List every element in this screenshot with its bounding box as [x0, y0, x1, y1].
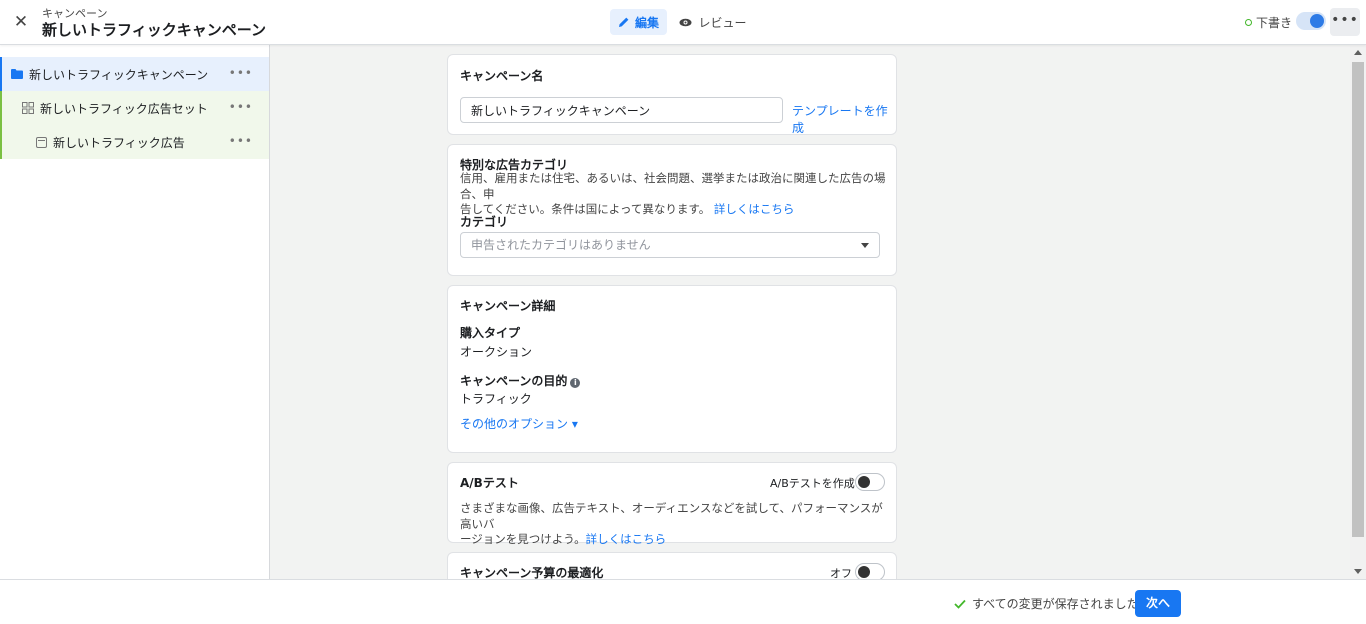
special-ad-category-section: 特別な広告カテゴリ 信用、雇用または住宅、あるいは、社会問題、選挙または政治に関… [447, 144, 897, 276]
description-text: ージョンを見つけよう。 [460, 532, 586, 546]
ab-test-toggle[interactable] [855, 473, 885, 491]
status-dot-icon [1245, 19, 1252, 26]
campaign-details-section: キャンペーン詳細 購入タイプ オークション キャンペーンの目的 i トラフィック … [447, 285, 897, 453]
top-header: ✕ キャンペーン 新しいトラフィックキャンペーン 編集 レビュー 下書き ••• [0, 0, 1366, 45]
description-text: 信用、雇用または住宅、あるいは、社会問題、選挙または政治に関連した広告の場合、申 [460, 171, 886, 201]
item-more-icon[interactable]: ••• [229, 66, 253, 80]
objective-label-row: キャンペーンの目的 i [460, 372, 581, 389]
tab-review[interactable]: レビュー [677, 9, 749, 35]
section-title: キャンペーン名 [460, 69, 544, 83]
toggle-knob [1310, 14, 1324, 28]
toggle-knob [858, 566, 870, 578]
close-icon[interactable]: ✕ [12, 13, 30, 31]
description-text: さまざまな画像、広告テキスト、オーディエンスなどを試して、パフォーマンスが高いバ [460, 501, 883, 531]
create-template-link[interactable]: テンプレートを作成 [792, 102, 896, 136]
scroll-thumb[interactable] [1352, 62, 1364, 537]
campaign-on-off-toggle[interactable] [1296, 12, 1326, 30]
section-title: A/Bテスト [460, 476, 519, 490]
campaign-name-section: キャンペーン名 テンプレートを作成 [447, 54, 897, 135]
objective-value: トラフィック [460, 392, 532, 406]
item-more-icon[interactable]: ••• [229, 134, 253, 148]
category-select[interactable]: 申告されたカテゴリはありません [460, 232, 880, 258]
pencil-icon [618, 17, 629, 27]
tab-edit[interactable]: 編集 [610, 9, 667, 35]
save-status: すべての変更が保存されました [954, 595, 1139, 612]
structure-sidebar: 新しいトラフィックキャンペーン ••• 新しいトラフィック広告セット ••• 新… [0, 45, 270, 579]
bottom-footer: すべての変更が保存されました 次へ [0, 579, 1366, 624]
item-more-icon[interactable]: ••• [229, 100, 253, 114]
ab-test-toggle-label: A/Bテストを作成 [770, 477, 855, 490]
sidebar-item-label: 新しいトラフィック広告 [53, 135, 185, 150]
buying-type-value: オークション [460, 345, 533, 359]
vertical-scrollbar[interactable] [1350, 45, 1366, 579]
objective-label: キャンペーンの目的 [460, 374, 568, 388]
toggle-knob [858, 476, 870, 488]
ad-icon [36, 136, 47, 148]
more-options-button[interactable]: ••• [1330, 8, 1360, 36]
eye-icon [679, 18, 692, 26]
draft-status-label: 下書き [1256, 16, 1293, 30]
caret-down-icon [861, 243, 869, 248]
buying-type-label: 購入タイプ [460, 326, 521, 340]
tab-edit-label: 編集 [634, 15, 659, 30]
next-button[interactable]: 次へ [1135, 590, 1181, 617]
category-placeholder: 申告されたカテゴリはありません [471, 238, 651, 252]
info-icon[interactable]: i [570, 378, 581, 388]
category-label: カテゴリ [460, 215, 509, 229]
section-description: さまざまな画像、広告テキスト、オーディエンスなどを試して、パフォーマンスが高いバ… [460, 501, 890, 548]
ab-test-section: A/Bテスト A/Bテストを作成 さまざまな画像、広告テキスト、オーディエンスな… [447, 462, 897, 546]
section-title: キャンペーン詳細 [460, 299, 556, 313]
section-description: 信用、雇用または住宅、あるいは、社会問題、選挙または政治に関連した広告の場合、申… [460, 171, 890, 218]
page-title: 新しいトラフィックキャンペーン [42, 21, 266, 39]
tab-review-label: レビュー [698, 15, 747, 30]
sidebar-item-label: 新しいトラフィックキャンペーン [29, 67, 209, 82]
sidebar-item-label: 新しいトラフィック広告セット [40, 101, 208, 116]
scroll-down-arrow-icon[interactable] [1354, 569, 1362, 574]
campaign-name-input[interactable] [460, 97, 783, 123]
learn-more-link[interactable]: 詳しくはこちら [586, 532, 667, 546]
save-status-text: すべての変更が保存されました [972, 597, 1139, 611]
sidebar-item-adset[interactable]: 新しいトラフィック広告セット ••• [0, 91, 269, 125]
scroll-up-arrow-icon[interactable] [1354, 50, 1362, 55]
checkmark-icon [954, 599, 966, 609]
learn-more-link[interactable]: 詳しくはこちら [714, 202, 795, 216]
grid-icon [22, 102, 34, 114]
sidebar-item-campaign[interactable]: 新しいトラフィックキャンペーン ••• [0, 57, 269, 91]
sidebar-item-ad[interactable]: 新しいトラフィック広告 ••• [0, 125, 269, 159]
more-options-link[interactable]: その他のオプション ▾ [460, 415, 578, 432]
folder-icon [11, 69, 23, 79]
